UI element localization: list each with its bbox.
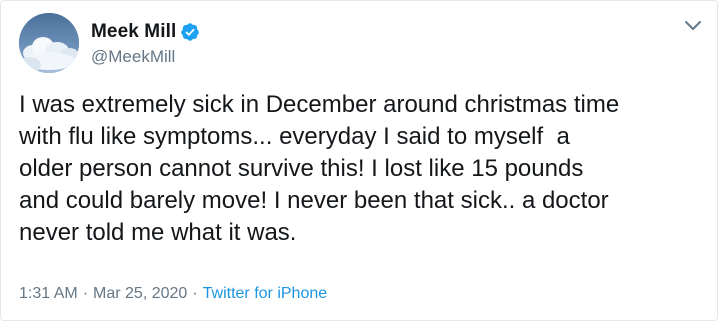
meta-separator: · (192, 285, 198, 302)
verified-badge-icon (180, 22, 200, 42)
display-name[interactable]: Meek Mill (91, 21, 176, 43)
name-row: Meek Mill (91, 20, 200, 44)
tweet-meta: 1:31 AM · Mar 25, 2020 · Twitter for iPh… (19, 285, 327, 303)
author-handle[interactable]: @MeekMill (91, 47, 200, 67)
tweet-date[interactable]: Mar 25, 2020 (93, 285, 187, 303)
avatar[interactable] (19, 13, 79, 73)
cloud-sky-avatar-icon (19, 13, 79, 73)
tweet-source-link[interactable]: Twitter for iPhone (203, 285, 328, 303)
meta-separator: · (82, 285, 89, 302)
tweet-time[interactable]: 1:31 AM (19, 285, 78, 303)
tweet-header: Meek Mill @MeekMill (19, 13, 200, 73)
tweet-text: I was extremely sick in December around … (19, 91, 620, 246)
chevron-down-icon[interactable] (684, 19, 702, 31)
author-info: Meek Mill @MeekMill (91, 20, 200, 67)
tweet-card: Meek Mill @MeekMill I was extremely sick… (0, 0, 718, 321)
